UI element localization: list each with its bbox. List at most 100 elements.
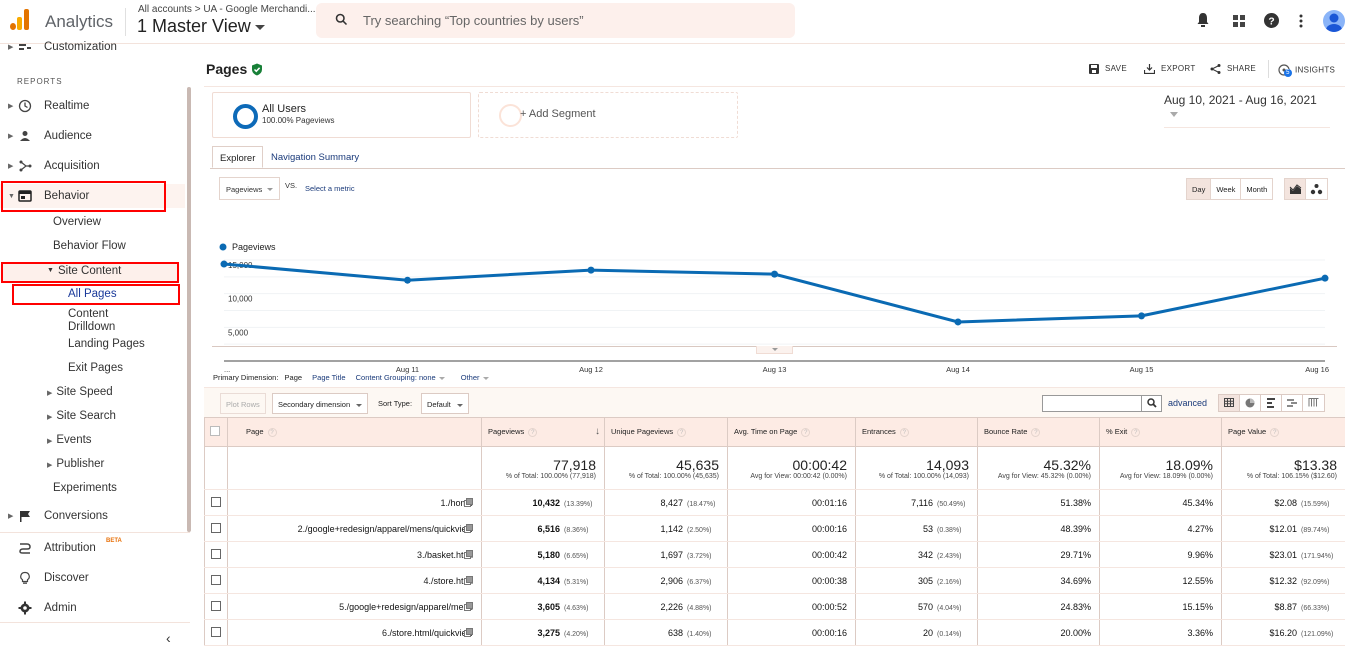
column-header-page[interactable]: Page?	[227, 417, 482, 447]
dimension-page-title[interactable]: Page Title	[312, 373, 345, 382]
row-checkbox[interactable]	[211, 522, 221, 533]
view-selector[interactable]: 1 Master View	[137, 16, 265, 37]
column-header-pageviews[interactable]: Pageviews? ↓	[481, 417, 605, 447]
page-link[interactable]: /google+redesign/apparel/mens/quickview	[305, 524, 473, 534]
sort-descending-icon[interactable]: ↓	[595, 426, 600, 437]
row-checkbox[interactable]	[211, 574, 221, 585]
column-header-avg-time-on-page[interactable]: Avg. Time on Page?	[727, 417, 856, 447]
chart-collapse-toggle[interactable]	[756, 346, 793, 354]
advanced-filter-link[interactable]: advanced	[1168, 398, 1207, 408]
data-point[interactable]	[587, 266, 595, 274]
search-input[interactable]: Try searching “Top countries by users”	[316, 3, 795, 38]
segment-all-users[interactable]: All Users 100.00% Pageviews	[212, 92, 471, 138]
row-checkbox[interactable]	[211, 496, 221, 507]
sidebar-item-admin[interactable]: Admin	[0, 596, 185, 620]
sidebar-item-site-speed[interactable]: ▶ Site Speed	[47, 386, 113, 398]
page-link[interactable]: /store.html/quickview	[389, 628, 473, 638]
sidebar-item-customization[interactable]: ▶ Customization	[0, 36, 185, 58]
dimension-other[interactable]: Other	[461, 373, 489, 382]
help-icon[interactable]: ?	[1031, 427, 1041, 437]
more-vert-icon[interactable]	[1299, 14, 1303, 28]
performance-view-button[interactable]	[1261, 395, 1282, 411]
data-point[interactable]	[771, 270, 778, 278]
sidebar-item-realtime[interactable]: ▶ Realtime	[0, 94, 185, 118]
table-filter-input[interactable]	[1042, 395, 1162, 412]
select-metric-link[interactable]: Select a metric	[305, 184, 355, 193]
row-checkbox[interactable]	[211, 626, 221, 637]
help-icon[interactable]: ?	[267, 427, 277, 437]
sidebar-item-site-search[interactable]: ▶ Site Search	[47, 410, 116, 422]
date-range-picker[interactable]: Aug 10, 2021 - Aug 16, 2021	[1164, 93, 1330, 128]
row-checkbox[interactable]	[211, 600, 221, 611]
sidebar-item-label: Acquisition	[44, 160, 100, 172]
column-header-bounce-rate[interactable]: Bounce Rate?	[977, 417, 1100, 447]
help-icon[interactable]: ?	[1270, 427, 1280, 437]
help-icon[interactable]: ?	[1131, 427, 1141, 437]
open-page-icon[interactable]	[464, 550, 473, 559]
dimension-content-grouping[interactable]: Content Grouping: none	[356, 373, 445, 382]
export-button[interactable]: EXPORT	[1143, 64, 1196, 75]
tab-explorer[interactable]: Explorer	[212, 146, 264, 168]
select-all-checkbox[interactable]	[210, 426, 220, 436]
add-segment-button[interactable]: + Add Segment	[478, 92, 738, 138]
primary-dimension-label: Primary Dimension:	[213, 373, 279, 382]
help-icon[interactable]: ?	[801, 427, 811, 437]
plot-rows-button[interactable]: Plot Rows	[220, 393, 266, 414]
help-icon[interactable]: ?	[677, 427, 687, 437]
analytics-logo[interactable]	[10, 8, 32, 30]
comparison-view-button[interactable]	[1282, 395, 1303, 411]
sidebar-item-behavior-flow[interactable]: Behavior Flow	[53, 240, 126, 252]
page-value-cell: $2.08 (15.59%)	[1221, 489, 1345, 516]
open-page-icon[interactable]	[464, 602, 473, 611]
sidebar-item-conversions[interactable]: ▶ Conversions	[0, 504, 185, 528]
open-page-icon[interactable]	[464, 576, 473, 585]
help-icon[interactable]: ?	[528, 427, 538, 437]
apps-grid-icon[interactable]	[1233, 15, 1245, 27]
open-page-icon[interactable]	[464, 628, 473, 637]
save-button[interactable]: SAVE	[1089, 64, 1127, 74]
sidebar-item-attribution[interactable]: Attribution BETA	[0, 536, 185, 560]
bell-icon[interactable]	[1196, 12, 1210, 28]
pageviews-percent: (8.36%)	[564, 526, 589, 534]
percentage-view-button[interactable]	[1240, 395, 1261, 411]
column-header-entrances[interactable]: Entrances?	[855, 417, 978, 447]
pivot-view-button[interactable]	[1303, 395, 1324, 411]
column-header-exit[interactable]: % Exit?	[1099, 417, 1222, 447]
sidebar-item-content-drilldown[interactable]: Content Drilldown	[68, 308, 115, 334]
open-page-icon[interactable]	[464, 524, 473, 533]
row-checkbox[interactable]	[211, 548, 221, 559]
sidebar-scrollbar[interactable]	[187, 87, 191, 532]
page-link[interactable]: /google+redesign/apparel/mens	[347, 602, 473, 612]
insights-button[interactable]: 5 INSIGHTS	[1278, 64, 1335, 77]
sidebar-item-experiments[interactable]: Experiments	[53, 482, 117, 494]
account-avatar[interactable]	[1323, 10, 1345, 32]
dimension-page-active[interactable]: Page	[285, 373, 303, 382]
help-icon[interactable]: ?	[1264, 13, 1279, 28]
data-point[interactable]	[404, 276, 411, 284]
secondary-dimension-dropdown[interactable]: Secondary dimension	[272, 393, 369, 414]
data-point[interactable]	[1321, 274, 1329, 282]
header-divider	[125, 8, 126, 36]
sidebar-item-overview[interactable]: Overview	[53, 216, 101, 228]
sidebar-item-publisher[interactable]: ▶ Publisher	[47, 458, 104, 470]
share-button[interactable]: SHARE	[1210, 64, 1256, 74]
sidebar-item-landing-pages[interactable]: Landing Pages	[68, 338, 145, 350]
sort-type-dropdown[interactable]: Default	[421, 393, 469, 414]
data-point[interactable]	[954, 318, 962, 326]
column-header-unique-pageviews[interactable]: Unique Pageviews?	[604, 417, 728, 447]
sidebar-item-acquisition[interactable]: ▶ Acquisition	[0, 154, 185, 178]
data-point[interactable]	[1138, 312, 1145, 320]
sidebar-item-events[interactable]: ▶ Events	[47, 434, 92, 446]
collapse-sidebar-icon[interactable]: ‹	[166, 630, 171, 646]
help-icon[interactable]: ?	[899, 427, 909, 437]
open-page-icon[interactable]	[464, 498, 473, 507]
column-header-page-value[interactable]: Page Value?	[1221, 417, 1345, 447]
sidebar-item-audience[interactable]: ▶ Audience	[0, 124, 185, 148]
tab-navigation-summary[interactable]: Navigation Summary	[264, 146, 366, 168]
data-table-view-button[interactable]	[1219, 395, 1240, 411]
sidebar-item-discover[interactable]: Discover	[0, 566, 185, 590]
data-point[interactable]	[220, 260, 228, 268]
table-search-button[interactable]	[1141, 396, 1161, 411]
account-breadcrumb[interactable]: All accounts > UA - Google Merchandi...	[138, 4, 316, 15]
sidebar-item-exit-pages[interactable]: Exit Pages	[68, 362, 123, 374]
